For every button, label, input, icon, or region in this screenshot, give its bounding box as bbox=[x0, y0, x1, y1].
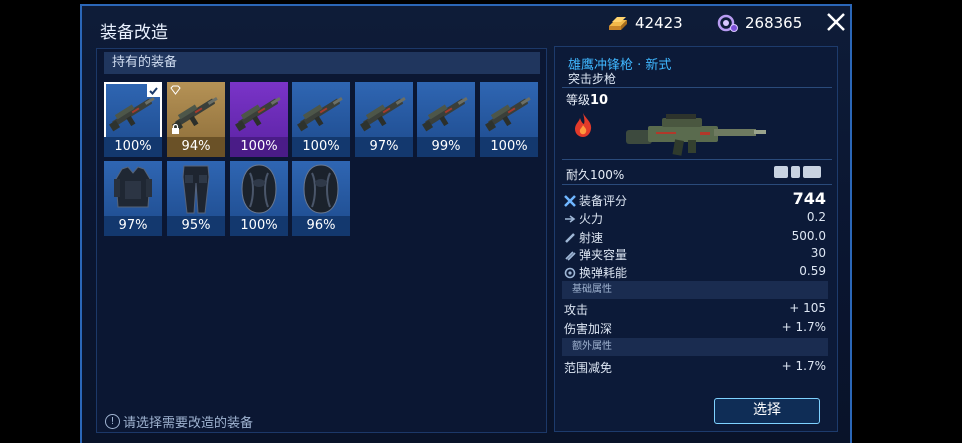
close-icon[interactable] bbox=[823, 9, 849, 35]
backpack-icon bbox=[241, 164, 277, 214]
weapon-icon bbox=[485, 97, 531, 132]
stat-magazine: 弹夹容量 30 bbox=[564, 246, 826, 264]
equipment-slot[interactable]: 100% bbox=[104, 82, 162, 157]
stat-value: 0.59 bbox=[799, 264, 826, 278]
scope-mod-icon bbox=[774, 166, 788, 178]
attr-area-reduction: 范围减免 + 1.7% bbox=[564, 359, 826, 377]
flame-icon bbox=[575, 113, 592, 137]
equipment-slot[interactable]: 95% bbox=[167, 161, 225, 236]
info-icon: ! bbox=[105, 414, 120, 429]
durability-percent: 100% bbox=[230, 216, 288, 236]
barrel-mod-icon bbox=[803, 166, 821, 178]
weapon-type: 突击步枪 bbox=[568, 72, 617, 86]
durability-percent: 97% bbox=[355, 137, 413, 157]
equipment-slot[interactable]: 100% bbox=[230, 82, 288, 157]
magazine-mod-icon bbox=[791, 166, 800, 178]
stat-firepower: 火力 0.2 bbox=[564, 210, 826, 228]
gem-icon bbox=[170, 85, 181, 95]
stat-label: 射速 bbox=[579, 231, 604, 245]
owned-equipment-header: 持有的装备 bbox=[104, 52, 540, 74]
select-button[interactable]: 选择 bbox=[714, 398, 820, 424]
equipment-slot[interactable]: 94% bbox=[167, 82, 225, 157]
durability-percent: 100% bbox=[230, 137, 288, 157]
stat-label: 弹夹容量 bbox=[579, 248, 628, 262]
weapon-icon bbox=[297, 97, 343, 132]
attr-label: 伤害加深 bbox=[564, 322, 613, 336]
durability-percent: 95% bbox=[167, 216, 225, 236]
stat-fire-rate: 射速 500.0 bbox=[564, 229, 826, 247]
attr-value: + 1.7% bbox=[781, 359, 826, 373]
equipment-slot[interactable]: 99% bbox=[417, 82, 475, 157]
gold-amount: 42423 bbox=[635, 14, 683, 32]
base-attributes-header: 基础属性 bbox=[562, 281, 828, 299]
durability-percent: 99% bbox=[417, 137, 475, 157]
page-title: 装备改造 bbox=[100, 23, 168, 43]
gold-currency: 42423 bbox=[607, 13, 683, 33]
stat-label: 装备评分 bbox=[579, 194, 628, 208]
equipment-slot[interactable]: 96% bbox=[292, 161, 350, 236]
stat-value: 30 bbox=[810, 246, 826, 260]
stat-reload: 换弹耗能 0.59 bbox=[564, 264, 826, 282]
equipment-slot[interactable]: 100% bbox=[480, 82, 538, 157]
stat-label: 火力 bbox=[579, 212, 604, 226]
weapon-icon bbox=[422, 97, 468, 132]
attr-value: + 105 bbox=[789, 301, 826, 315]
divider bbox=[562, 159, 832, 160]
armor-vest-icon bbox=[114, 166, 152, 208]
weapon-icon bbox=[360, 97, 406, 132]
weapon-level: 等级10 bbox=[566, 91, 608, 108]
durability-percent: 100% bbox=[480, 137, 538, 157]
durability-percent: 100% bbox=[292, 137, 350, 157]
divider bbox=[562, 184, 832, 185]
backpack-icon bbox=[303, 164, 339, 214]
gold-bar-icon bbox=[609, 17, 627, 30]
firepower-icon bbox=[565, 214, 576, 223]
checkmark-icon bbox=[147, 84, 160, 97]
hint-text: ! 请选择需要改造的装备 bbox=[105, 412, 253, 431]
equipment-slot[interactable]: 97% bbox=[104, 161, 162, 236]
durability-text: 耐久100% bbox=[566, 168, 625, 182]
equipment-slot[interactable]: 100% bbox=[292, 82, 350, 157]
stat-value: 0.2 bbox=[806, 210, 826, 224]
stat-value: 744 bbox=[792, 189, 826, 208]
equipment-slot[interactable]: 97% bbox=[355, 82, 413, 157]
energy-currency: 268365 bbox=[717, 13, 802, 33]
fire-rate-icon bbox=[565, 232, 575, 243]
divider bbox=[562, 87, 832, 88]
durability-percent: 100% bbox=[104, 137, 162, 157]
attr-label: 范围减免 bbox=[564, 361, 613, 375]
durability-percent: 94% bbox=[167, 137, 225, 157]
stat-label: 换弹耗能 bbox=[579, 266, 628, 280]
durability-percent: 97% bbox=[104, 216, 162, 236]
durability-percent: 96% bbox=[292, 216, 350, 236]
gear-score-icon bbox=[564, 194, 576, 207]
equipment-slot[interactable]: 100% bbox=[230, 161, 288, 236]
level-value: 10 bbox=[590, 93, 609, 108]
lock-icon bbox=[172, 124, 179, 134]
armor-pants-icon bbox=[182, 165, 210, 214]
attr-value: + 1.7% bbox=[781, 320, 826, 334]
level-label: 等级 bbox=[566, 93, 591, 107]
stat-value: 500.0 bbox=[791, 229, 826, 243]
reload-icon bbox=[564, 267, 576, 278]
weapon-icon bbox=[235, 97, 281, 132]
attr-attack: 攻击 + 105 bbox=[564, 301, 826, 319]
energy-amount: 268365 bbox=[745, 14, 803, 32]
magazine-icon bbox=[565, 250, 576, 261]
stat-gear-score: 装备评分 744 bbox=[564, 189, 826, 210]
hint-label: 请选择需要改造的装备 bbox=[123, 416, 254, 431]
extra-attributes-header: 额外属性 bbox=[562, 338, 828, 356]
energy-orb-icon bbox=[717, 14, 738, 32]
mod-slots bbox=[774, 166, 821, 178]
weapon-image bbox=[626, 114, 766, 156]
attr-label: 攻击 bbox=[564, 303, 589, 317]
attr-damage-boost: 伤害加深 + 1.7% bbox=[564, 320, 826, 338]
